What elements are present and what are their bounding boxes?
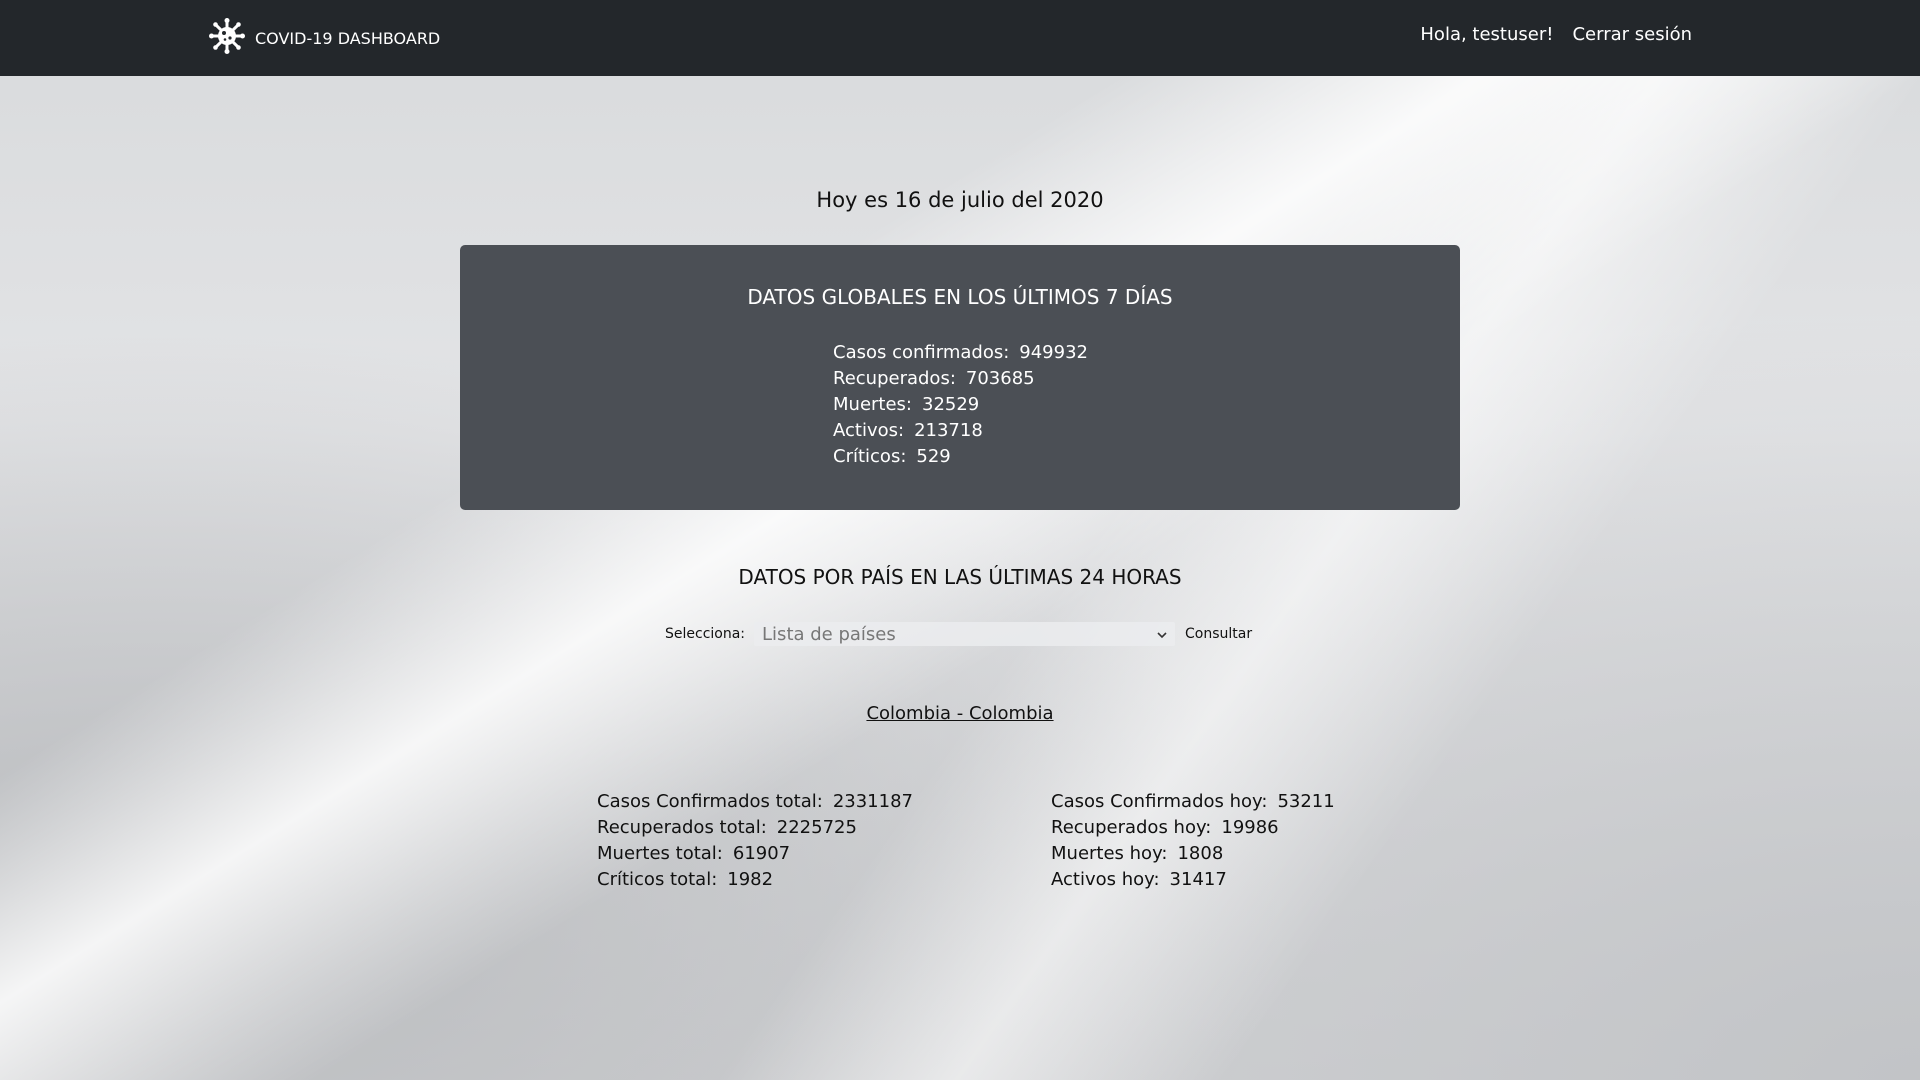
stat-value: 53211 xyxy=(1277,791,1335,812)
stat-label: Críticos: xyxy=(833,446,907,467)
global-stats-title: DATOS GLOBALES EN LOS ÚLTIMOS 7 DÍAS xyxy=(747,285,1173,309)
stat-value: 213718 xyxy=(914,420,983,441)
today-row-active: Activos hoy: 31417 xyxy=(1051,867,1335,893)
virus-icon xyxy=(209,18,245,58)
user-nav: Hola, testuser! Cerrar sesión xyxy=(1420,24,1692,45)
date-heading: Hoy es 16 de julio del 2020 xyxy=(816,188,1104,212)
stat-value: 2331187 xyxy=(832,791,913,812)
country-today-list: Casos Confirmados hoy: 53211 Recuperados … xyxy=(1051,789,1335,893)
global-row-active: Activos: 213718 xyxy=(833,418,1088,444)
stat-label: Activos: xyxy=(833,420,905,441)
stat-label: Recuperados hoy: xyxy=(1051,817,1212,838)
chevron-down-icon xyxy=(1155,626,1169,640)
total-row-critical: Críticos total: 1982 xyxy=(597,867,913,893)
stat-label: Casos Confirmados total: xyxy=(597,791,823,812)
global-stats-card: DATOS GLOBALES EN LOS ÚLTIMOS 7 DÍAS Cas… xyxy=(460,245,1460,510)
stat-value: 61907 xyxy=(732,843,791,864)
stat-label: Muertes total: xyxy=(597,843,723,864)
stat-value: 1982 xyxy=(727,869,774,890)
stat-label: Activos hoy: xyxy=(1051,869,1160,890)
country-select-row: Selecciona: Lista de países Consultar xyxy=(665,622,1252,646)
today-row-recovered: Recuperados hoy: 19986 xyxy=(1051,815,1335,841)
stat-value: 32529 xyxy=(922,394,980,415)
stat-value: 949932 xyxy=(1019,342,1088,363)
stat-label: Recuperados: xyxy=(833,368,956,389)
consult-button[interactable]: Consultar xyxy=(1185,626,1252,642)
stat-label: Muertes: xyxy=(833,394,912,415)
stat-value: 19986 xyxy=(1221,817,1279,838)
stat-label: Críticos total: xyxy=(597,869,718,890)
country-section-title: DATOS POR PAÍS EN LAS ÚLTIMAS 24 HORAS xyxy=(738,565,1182,589)
global-stats-list: Casos confirmados: 949932 Recuperados: 703… xyxy=(833,340,1088,470)
global-row-deaths: Muertes: 32529 xyxy=(833,392,1088,418)
total-row-deaths: Muertes total: 61907 xyxy=(597,841,913,867)
country-select[interactable]: Lista de países xyxy=(754,622,1176,646)
total-row-recovered: Recuperados total: 2225725 xyxy=(597,815,913,841)
total-row-confirmed: Casos Confirmados total: 2331187 xyxy=(597,789,913,815)
stat-value: 1808 xyxy=(1177,843,1224,864)
country-select-label: Selecciona: xyxy=(665,626,746,642)
stat-label: Muertes hoy: xyxy=(1051,843,1168,864)
country-totals-list: Casos Confirmados total: 2331187 Recupera… xyxy=(597,789,913,893)
stat-label: Recuperados total: xyxy=(597,817,767,838)
stat-label: Casos confirmados: xyxy=(833,342,1010,363)
country-name-link[interactable]: Colombia - Colombia xyxy=(0,703,1920,724)
country-select-placeholder: Lista de países xyxy=(762,623,896,645)
stat-value: 703685 xyxy=(965,368,1035,389)
navbar: COVID-19 DASHBOARD Hola, testuser! Cerra… xyxy=(0,0,1920,76)
brand-link[interactable]: COVID-19 DASHBOARD xyxy=(209,18,441,58)
brand-title: COVID-19 DASHBOARD xyxy=(255,28,441,48)
global-row-recovered: Recuperados: 703685 xyxy=(833,366,1088,392)
today-row-confirmed: Casos Confirmados hoy: 53211 xyxy=(1051,789,1335,815)
global-row-confirmed: Casos confirmados: 949932 xyxy=(833,340,1088,366)
stat-value: 2225725 xyxy=(776,817,857,838)
stat-label: Casos Confirmados hoy: xyxy=(1051,791,1268,812)
global-row-critical: Críticos: 529 xyxy=(833,444,1088,470)
greeting-link[interactable]: Hola, testuser! xyxy=(1420,24,1553,45)
today-row-deaths: Muertes hoy: 1808 xyxy=(1051,841,1335,867)
stat-value: 31417 xyxy=(1169,869,1227,890)
logout-link[interactable]: Cerrar sesión xyxy=(1572,24,1692,45)
stat-value: 529 xyxy=(916,446,951,467)
